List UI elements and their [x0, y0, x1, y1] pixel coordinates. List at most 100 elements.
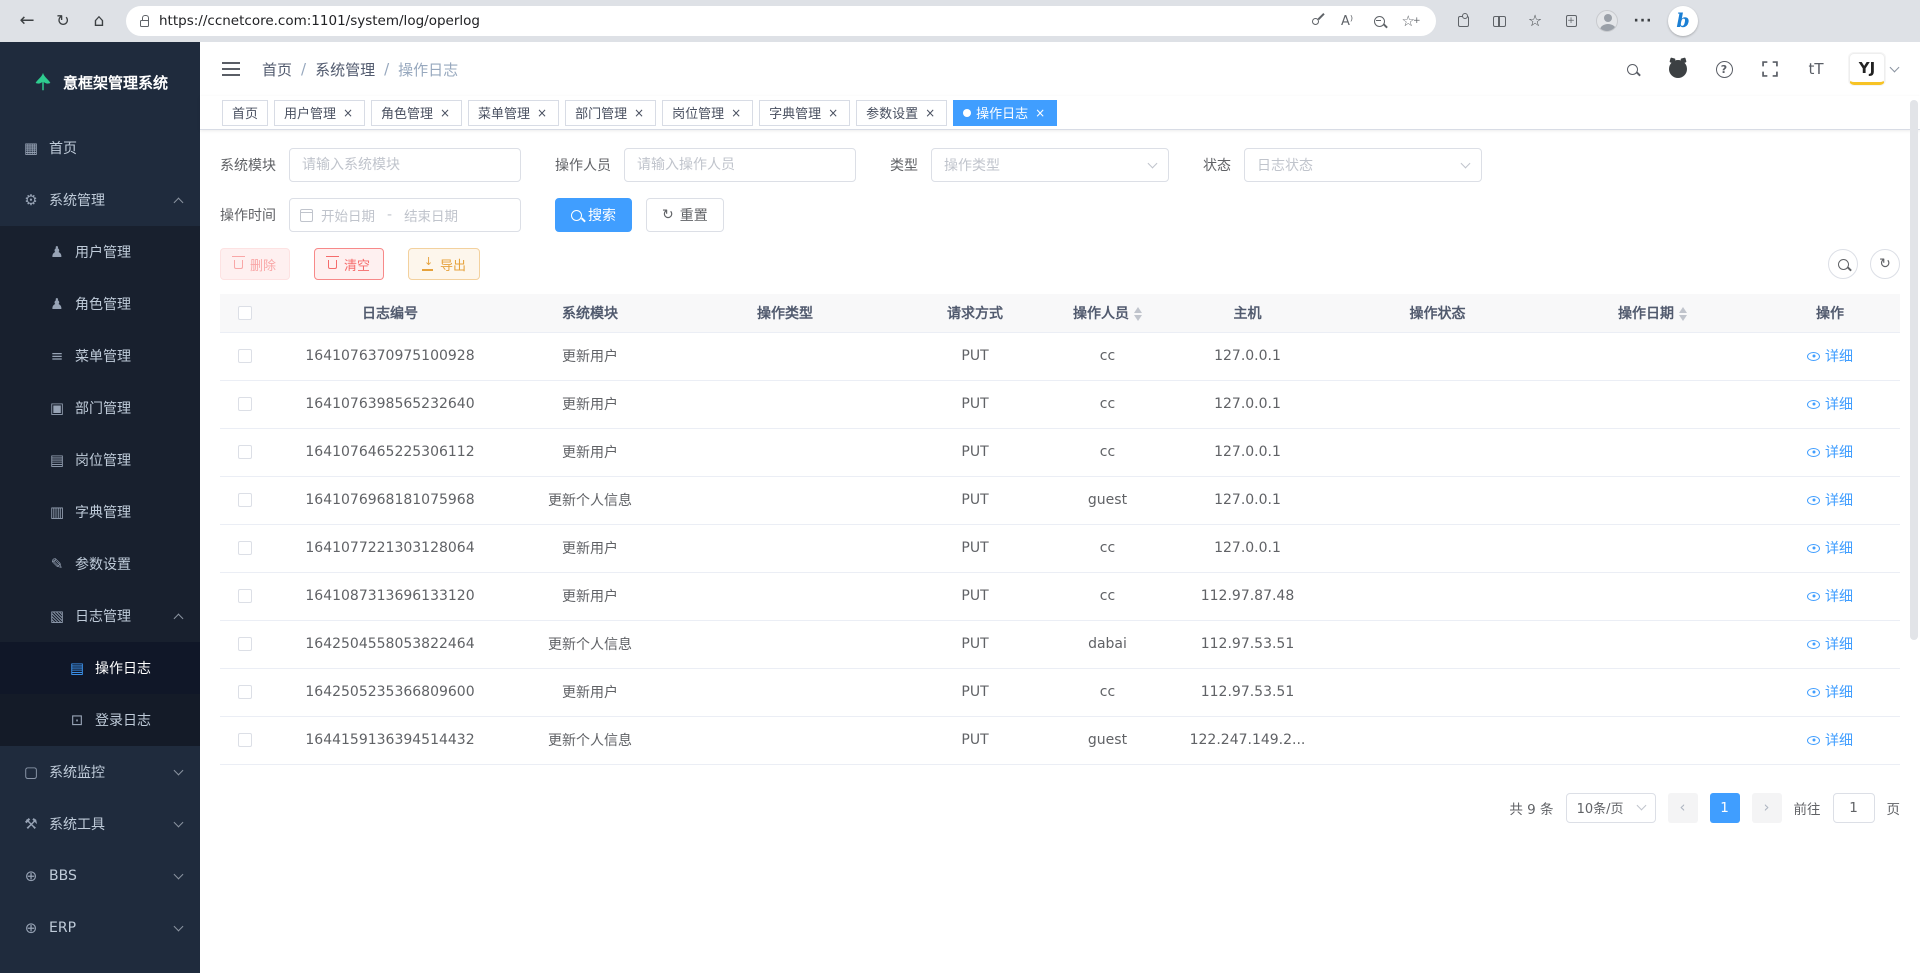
detail-link[interactable]: 详细: [1807, 442, 1853, 462]
export-button[interactable]: 导出: [408, 248, 480, 280]
date-range-picker[interactable]: 开始日期 - 结束日期: [289, 198, 521, 232]
caret-up-icon[interactable]: [1134, 307, 1142, 313]
sidebar-item[interactable]: ♟ 用户管理: [0, 226, 200, 278]
row-checkbox[interactable]: [238, 349, 252, 363]
sidebar-item[interactable]: ≡ 菜单管理: [0, 330, 200, 382]
prev-page-button[interactable]: [1668, 793, 1698, 823]
delete-button[interactable]: 删除: [220, 248, 290, 280]
font-size-icon[interactable]: [1803, 56, 1829, 82]
sort-carets[interactable]: [1134, 307, 1142, 321]
help-icon[interactable]: [1711, 56, 1737, 82]
tab[interactable]: 菜单管理: [468, 100, 559, 126]
tab-close-icon[interactable]: [438, 106, 452, 120]
detail-link[interactable]: 详细: [1807, 634, 1853, 654]
sidebar-item[interactable]: ⚒ 系统工具: [0, 798, 200, 850]
reset-button[interactable]: 重置: [646, 198, 724, 232]
browser-refresh-button[interactable]: [46, 5, 80, 37]
next-page-button[interactable]: [1752, 793, 1782, 823]
search-icon[interactable]: [1619, 56, 1645, 82]
extensions-icon[interactable]: [1446, 5, 1480, 37]
tab-close-icon[interactable]: [535, 106, 549, 120]
sidebar-item[interactable]: ⊕ ERP: [0, 902, 200, 954]
detail-link[interactable]: 详细: [1807, 346, 1853, 366]
favorites-icon[interactable]: [1518, 5, 1552, 37]
detail-link[interactable]: 详细: [1807, 490, 1853, 510]
detail-link[interactable]: 详细: [1807, 394, 1853, 414]
fullscreen-icon[interactable]: [1757, 56, 1783, 82]
tab[interactable]: 操作日志: [953, 100, 1057, 126]
select-all-checkbox[interactable]: [238, 306, 252, 320]
sidebar-item[interactable]: ✎ 参数设置: [0, 538, 200, 590]
address-bar[interactable]: https://ccnetcore.com:1101/system/log/op…: [126, 6, 1436, 36]
caret-down-icon[interactable]: [1679, 315, 1687, 321]
sidebar-item[interactable]: ✈ Yi框架: [0, 954, 200, 973]
row-checkbox[interactable]: [238, 637, 252, 651]
row-checkbox[interactable]: [238, 445, 252, 459]
module-input[interactable]: [289, 148, 521, 182]
add-favorite-icon[interactable]: [1400, 10, 1422, 32]
detail-link[interactable]: 详细: [1807, 586, 1853, 606]
page-size-select[interactable]: 10条/页: [1566, 793, 1656, 823]
operator-input[interactable]: [624, 148, 856, 182]
tab-close-icon[interactable]: [341, 106, 355, 120]
sidebar-item[interactable]: ⊕ BBS: [0, 850, 200, 902]
scrollbar-thumb[interactable]: [1910, 100, 1918, 640]
breadcrumb-item[interactable]: 首页: [262, 59, 315, 80]
show-search-button[interactable]: [1828, 249, 1858, 279]
tab-close-icon[interactable]: [1033, 106, 1047, 120]
tab[interactable]: 岗位管理: [662, 100, 753, 126]
type-select[interactable]: 操作类型: [931, 148, 1169, 182]
row-checkbox[interactable]: [238, 493, 252, 507]
row-checkbox[interactable]: [238, 397, 252, 411]
clear-button[interactable]: 清空: [314, 248, 384, 280]
search-button[interactable]: 搜索: [555, 198, 632, 232]
tab[interactable]: 参数设置: [856, 100, 947, 126]
tab[interactable]: 字典管理: [759, 100, 850, 126]
user-avatar[interactable]: YJ: [1849, 53, 1885, 85]
hamburger-menu-icon[interactable]: [222, 68, 240, 70]
detail-link[interactable]: 详细: [1807, 730, 1853, 750]
sort-carets[interactable]: [1679, 307, 1687, 321]
sidebar-item[interactable]: ▤ 操作日志: [0, 642, 200, 694]
sidebar-item[interactable]: ▣ 部门管理: [0, 382, 200, 434]
tab[interactable]: 部门管理: [565, 100, 656, 126]
row-checkbox[interactable]: [238, 541, 252, 555]
caret-down-icon[interactable]: [1134, 315, 1142, 321]
caret-up-icon[interactable]: [1679, 307, 1687, 313]
refresh-table-button[interactable]: [1870, 249, 1900, 279]
bing-copilot-icon[interactable]: [1668, 6, 1698, 36]
row-checkbox[interactable]: [238, 733, 252, 747]
sidebar-item[interactable]: ⚙ 系统管理: [0, 174, 200, 226]
split-screen-icon[interactable]: [1482, 5, 1516, 37]
browser-more-menu-icon[interactable]: [1626, 5, 1660, 37]
status-select[interactable]: 日志状态: [1244, 148, 1482, 182]
tab[interactable]: 首页: [222, 100, 268, 126]
tab-close-icon[interactable]: [923, 106, 937, 120]
user-menu[interactable]: YJ: [1849, 53, 1898, 85]
browser-back-button[interactable]: [10, 5, 44, 37]
sidebar-item[interactable]: ▥ 字典管理: [0, 486, 200, 538]
read-aloud-icon[interactable]: [1336, 10, 1358, 32]
password-key-icon[interactable]: [1304, 10, 1326, 32]
profile-avatar[interactable]: [1590, 5, 1624, 37]
tab-close-icon[interactable]: [826, 106, 840, 120]
github-icon[interactable]: [1665, 56, 1691, 82]
current-page-button[interactable]: 1: [1710, 793, 1740, 823]
collections-icon[interactable]: [1554, 5, 1588, 37]
sidebar-item[interactable]: ♟ 角色管理: [0, 278, 200, 330]
zoom-out-icon[interactable]: [1368, 10, 1390, 32]
tab-close-icon[interactable]: [632, 106, 646, 120]
detail-link[interactable]: 详细: [1807, 682, 1853, 702]
sidebar-item[interactable]: ▧ 日志管理: [0, 590, 200, 642]
goto-page-input[interactable]: [1833, 793, 1875, 823]
detail-link[interactable]: 详细: [1807, 538, 1853, 558]
breadcrumb-item[interactable]: 系统管理: [315, 59, 398, 80]
row-checkbox[interactable]: [238, 685, 252, 699]
tab[interactable]: 用户管理: [274, 100, 365, 126]
sidebar-item[interactable]: ▢ 系统监控: [0, 746, 200, 798]
sidebar-item[interactable]: ⊡ 登录日志: [0, 694, 200, 746]
tab-close-icon[interactable]: [729, 106, 743, 120]
sidebar-item[interactable]: ▦ 首页: [0, 122, 200, 174]
browser-home-button[interactable]: [82, 5, 116, 37]
row-checkbox[interactable]: [238, 589, 252, 603]
